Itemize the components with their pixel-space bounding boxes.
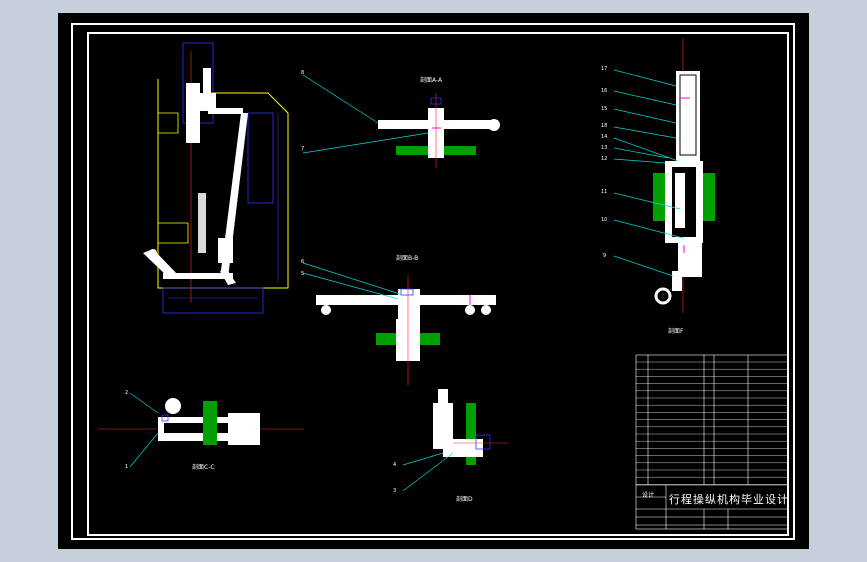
part-number-4: 4 [393,462,397,468]
part-number-18: 18 [601,123,608,129]
drawing-sheet [71,23,795,540]
part-number-15: 15 [601,106,608,112]
part-number-17: 17 [601,66,608,72]
drawing-title: 行程操纵机构毕业设计 [669,493,789,506]
title-block-role-label: 设计 [642,492,655,499]
part-number-8: 8 [301,70,305,76]
part-number-3: 3 [393,488,397,494]
part-number-2: 2 [125,390,129,396]
part-number-9: 9 [603,253,607,259]
part-number-16: 16 [601,88,608,94]
section-label-b-b: 剖面B-B [396,255,419,262]
main-elevation-view [143,42,289,314]
section-label-c-c: 剖面C-C [192,464,215,471]
section-d-view [433,389,508,465]
section-c-c-view [98,398,304,445]
part-number-12: 12 [601,156,608,162]
part-number-7: 7 [301,146,305,152]
section-b-b-view [316,275,496,385]
section-f-view [653,38,715,313]
section-label-d: 剖面D [456,496,473,503]
part-number-5: 5 [301,271,305,277]
section-label-a-a: 剖面A-A [420,77,443,84]
parts-list-rows [636,361,788,485]
cad-viewport[interactable]: 剖面A-A 剖面B-B 剖面F 剖面C-C 剖面D 1 2 3 4 5 6 7 … [58,13,809,549]
part-number-13: 13 [601,145,608,151]
section-label-f: 剖面F [668,328,684,335]
part-number-1: 1 [125,464,129,470]
part-number-6: 6 [301,259,305,265]
section-a-a-view [378,93,500,168]
part-number-10: 10 [601,217,608,223]
part-number-11: 11 [601,189,608,195]
part-number-14: 14 [601,134,608,140]
